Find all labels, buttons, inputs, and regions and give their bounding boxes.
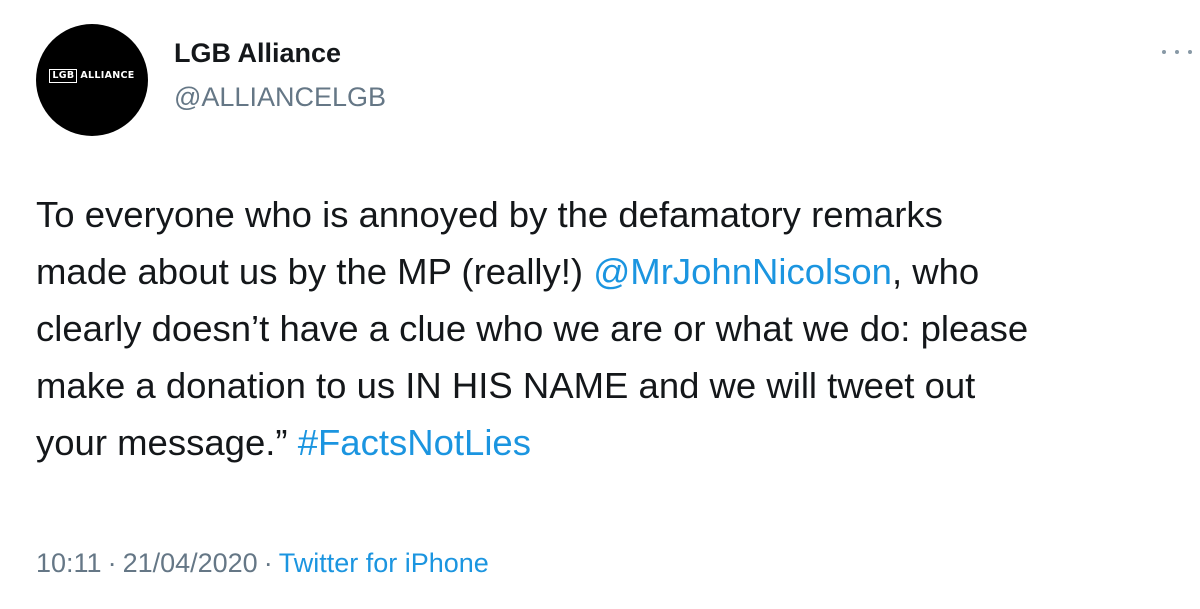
tweet-line: make a donation to us IN HIS NAME and we… bbox=[36, 365, 976, 406]
user-handle[interactable]: @ALLIANCELGB bbox=[174, 82, 386, 113]
tweet-text-segment: made about us by the MP (really!) bbox=[36, 251, 594, 292]
avatar[interactable]: LGB ALLIANCE bbox=[36, 24, 148, 136]
meta-separator: · bbox=[263, 548, 273, 578]
mention-link[interactable]: @MrJohnNicolson bbox=[593, 251, 892, 292]
hashtag-link[interactable]: #FactsNotLies bbox=[298, 422, 531, 463]
tweet-line: made about us by the MP (really!) @MrJoh… bbox=[36, 243, 1196, 300]
more-dot bbox=[1175, 50, 1179, 54]
lgb-alliance-logo: LGB ALLIANCE bbox=[49, 69, 134, 83]
more-dot bbox=[1162, 50, 1166, 54]
tweet-text-segment: , who bbox=[891, 251, 980, 292]
tweet-text: To everyone who is annoyed by the defama… bbox=[36, 186, 1196, 471]
tweet-source-link[interactable]: Twitter for iPhone bbox=[279, 548, 489, 578]
tweet-time[interactable]: 10:11 bbox=[36, 548, 102, 578]
tweet-line: clearly doesn’t have a clue who we are o… bbox=[36, 308, 1029, 349]
display-name[interactable]: LGB Alliance bbox=[174, 38, 341, 69]
tweet-text-segment: your message.” bbox=[36, 422, 298, 463]
more-dot bbox=[1188, 50, 1192, 54]
tweet-line: your message.” #FactsNotLies bbox=[36, 414, 1196, 471]
logo-rest-text: ALLIANCE bbox=[80, 70, 135, 82]
tweet-meta: 10:11 · 21/04/2020 · Twitter for iPhone bbox=[36, 548, 489, 579]
logo-box-text: LGB bbox=[49, 69, 78, 83]
more-options-icon[interactable] bbox=[1162, 42, 1192, 62]
tweet-line: To everyone who is annoyed by the defama… bbox=[36, 194, 943, 235]
meta-separator: · bbox=[107, 548, 117, 578]
tweet-date[interactable]: 21/04/2020 bbox=[123, 548, 258, 578]
